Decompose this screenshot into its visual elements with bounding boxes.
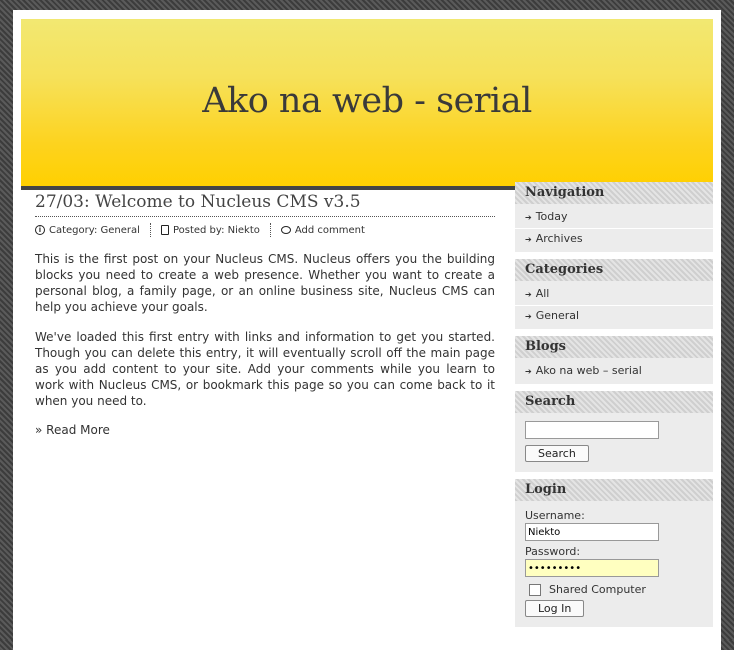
categories-box: Categories ➔ All ➔ General — [515, 259, 713, 329]
search-input[interactable] — [525, 421, 659, 439]
shared-computer-row: Shared Computer — [529, 583, 703, 596]
meta-divider — [149, 223, 151, 237]
category-item-label[interactable]: General — [536, 309, 579, 322]
posted-by-label: Posted by: — [172, 224, 225, 236]
password-label: Password: — [525, 545, 581, 558]
post-paragraph: We've loaded this first entry with links… — [35, 330, 495, 408]
arrow-icon: ➔ — [525, 235, 532, 244]
arrow-icon: ➔ — [525, 367, 532, 376]
shared-computer-checkbox[interactable] — [529, 583, 541, 596]
login-form: Username: Password: Shared Computer Log … — [515, 501, 713, 627]
post-body: This is the first post on your Nucleus C… — [35, 251, 495, 409]
post-meta: i Category: General Posted by: Niekto Ad… — [35, 223, 495, 237]
sidebar: Navigation ➔ Today ➔ Archives Categories ➔… — [515, 182, 713, 634]
categories-title: Categories — [515, 259, 713, 281]
main-content: 27/03: Welcome to Nucleus CMS v3.5 i Cat… — [35, 188, 495, 437]
blogs-title: Blogs — [515, 336, 713, 358]
username-input[interactable] — [525, 523, 659, 541]
search-title: Search — [515, 391, 713, 413]
password-input[interactable] — [525, 559, 659, 577]
login-box: Login Username: Password: Shared Compute… — [515, 479, 713, 627]
category-label: Category: — [49, 224, 98, 236]
nav-item-label[interactable]: Archives — [536, 232, 583, 245]
add-comment-link[interactable]: Add comment — [295, 225, 365, 236]
nav-item-archives[interactable]: ➔ Archives — [515, 229, 713, 250]
shared-computer-label: Shared Computer — [549, 583, 646, 596]
blogs-box: Blogs ➔ Ako na web – serial — [515, 336, 713, 384]
site-title[interactable]: Ako na web - serial — [21, 81, 713, 121]
read-more-link[interactable]: » Read More — [35, 423, 495, 437]
post-author: Posted by: Niekto — [160, 224, 260, 236]
category-item-label[interactable]: All — [536, 287, 550, 300]
arrow-icon: ➔ — [525, 312, 532, 321]
category-link[interactable]: General — [101, 225, 140, 236]
post-comments: Add comment — [280, 225, 365, 236]
search-form: Search — [515, 413, 713, 472]
page: Ako na web - serial 27/03: Welcome to Nu… — [13, 10, 721, 650]
info-icon: i — [35, 225, 45, 235]
meta-divider — [269, 223, 271, 237]
blog-item-label[interactable]: Ako na web – serial — [536, 364, 642, 377]
user-icon — [160, 225, 169, 235]
login-title: Login — [515, 479, 713, 501]
navigation-title: Navigation — [515, 182, 713, 204]
search-button[interactable]: Search — [525, 445, 589, 462]
post-paragraph: This is the first post on your Nucleus C… — [35, 252, 495, 314]
category-item-general[interactable]: ➔ General — [515, 306, 713, 327]
nav-item-today[interactable]: ➔ Today — [515, 207, 713, 229]
comment-icon — [280, 226, 291, 234]
search-box: Search Search — [515, 391, 713, 472]
blog-item[interactable]: ➔ Ako na web – serial — [515, 361, 713, 382]
category-item-all[interactable]: ➔ All — [515, 284, 713, 306]
author-link[interactable]: Niekto — [228, 225, 260, 236]
arrow-icon: ➔ — [525, 290, 532, 299]
post-title[interactable]: 27/03: Welcome to Nucleus CMS v3.5 — [35, 188, 495, 217]
nav-item-label[interactable]: Today — [536, 210, 568, 223]
arrow-icon: ➔ — [525, 213, 532, 222]
login-button[interactable]: Log In — [525, 600, 585, 617]
navigation-box: Navigation ➔ Today ➔ Archives — [515, 182, 713, 252]
site-header: Ako na web - serial — [21, 19, 713, 190]
post-category: i Category: General — [35, 225, 140, 236]
username-label: Username: — [525, 509, 585, 522]
